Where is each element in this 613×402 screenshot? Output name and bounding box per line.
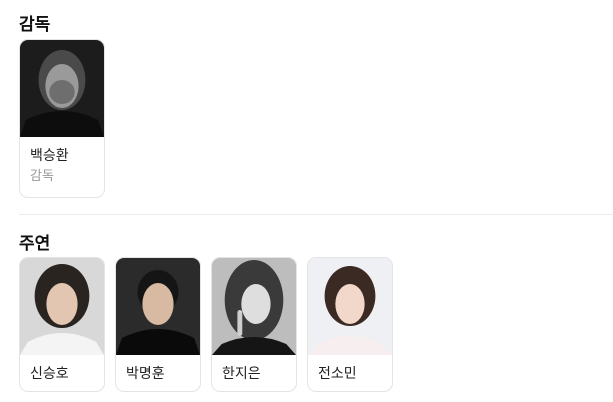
person-card-director[interactable]: 백승환 감독: [19, 39, 105, 198]
section-divider: [19, 214, 613, 215]
cast-photo-2: [116, 258, 200, 355]
person-card-cast-4[interactable]: 전소민: [307, 257, 393, 392]
cast-photo-4: [308, 258, 392, 355]
person-role: 감독: [30, 169, 54, 184]
director-photo: [20, 40, 104, 137]
credits-panel: 감독 백승환 감독 주연 신승호 박명훈 한지은 전소민: [0, 0, 613, 402]
person-name: 백승환: [30, 148, 69, 164]
cast-photo-3: [212, 258, 296, 355]
person-card-cast-1[interactable]: 신승호: [19, 257, 105, 392]
cast-section-title: 주연: [19, 234, 51, 254]
person-name: 한지은: [222, 366, 261, 382]
cast-photo-1: [20, 258, 104, 355]
person-card-cast-2[interactable]: 박명훈: [115, 257, 201, 392]
person-name: 전소민: [318, 366, 357, 382]
director-section-title: 감독: [19, 15, 51, 35]
person-name: 신승호: [30, 366, 69, 382]
person-card-cast-3[interactable]: 한지은: [211, 257, 297, 392]
person-name: 박명훈: [126, 366, 165, 382]
